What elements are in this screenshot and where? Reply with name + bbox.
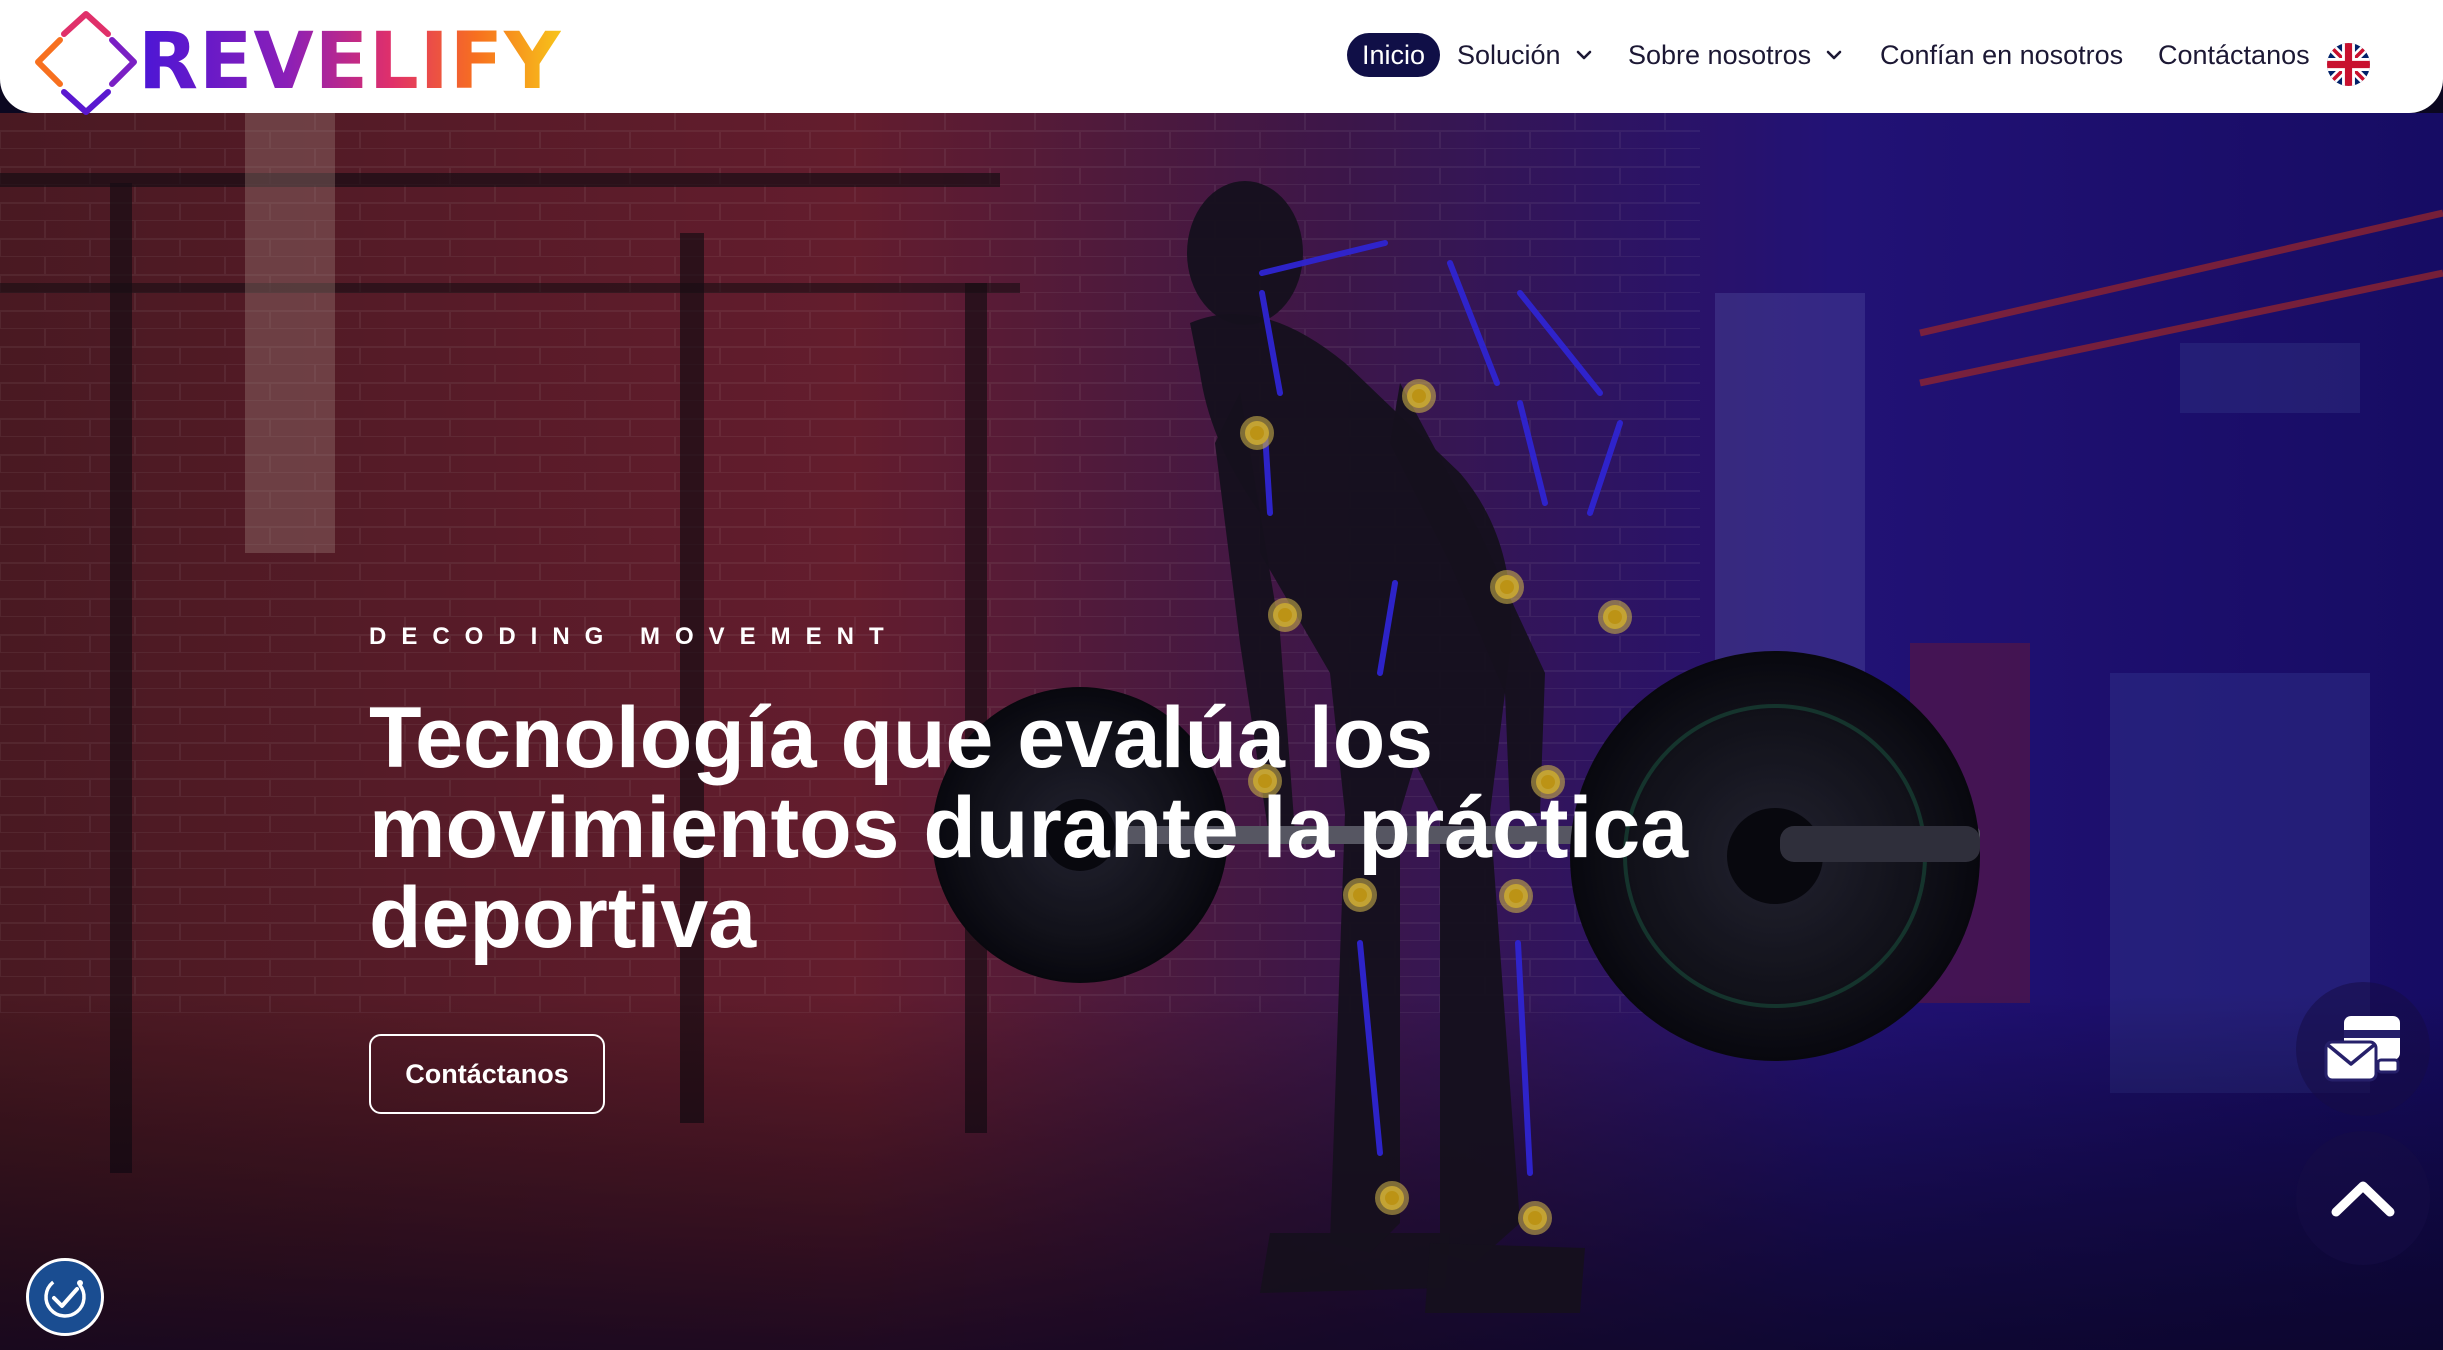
hero-eyebrow: DECODING MOVEMENT	[369, 623, 899, 650]
nav-item-label: Sobre nosotros	[1628, 40, 1812, 70]
accessibility-button[interactable]	[26, 1258, 104, 1336]
nav-item-solucion[interactable]: Solución	[1457, 33, 1593, 77]
chevron-down-icon	[1826, 50, 1842, 60]
accessibility-check-icon	[44, 1276, 86, 1318]
scroll-top-button[interactable]	[2296, 1131, 2430, 1265]
nav-item-inicio[interactable]: Inicio	[1347, 33, 1441, 77]
nav-item-sobre-nosotros[interactable]: Sobre nosotros	[1628, 33, 1843, 77]
brand-logo[interactable]: REVELIFY	[30, 8, 561, 116]
envelope-wallet-icon	[2324, 1016, 2400, 1082]
chevron-up-icon	[2331, 1181, 2395, 1217]
uk-flag-icon[interactable]	[2327, 43, 2370, 86]
brand-name: REVELIFY	[138, 17, 562, 107]
nav-item-label: Solución	[1457, 40, 1561, 70]
site-header: REVELIFY Inicio Solución Sobre nosotros …	[0, 0, 2443, 116]
logo-arrows-icon	[35, 11, 137, 115]
nav-item-contactanos[interactable]: Contáctanos	[2158, 33, 2310, 77]
hero-contact-button[interactable]: Contáctanos	[369, 1034, 605, 1114]
chevron-down-icon	[1576, 50, 1591, 60]
nav-item-confian[interactable]: Confían en nosotros	[1880, 33, 2123, 77]
hero-section: DECODING MOVEMENT Tecnología que evalúa …	[0, 113, 2443, 1350]
contact-float-button[interactable]	[2296, 982, 2430, 1116]
hero-headline: Tecnología que evalúa los movimientos du…	[369, 690, 1689, 966]
